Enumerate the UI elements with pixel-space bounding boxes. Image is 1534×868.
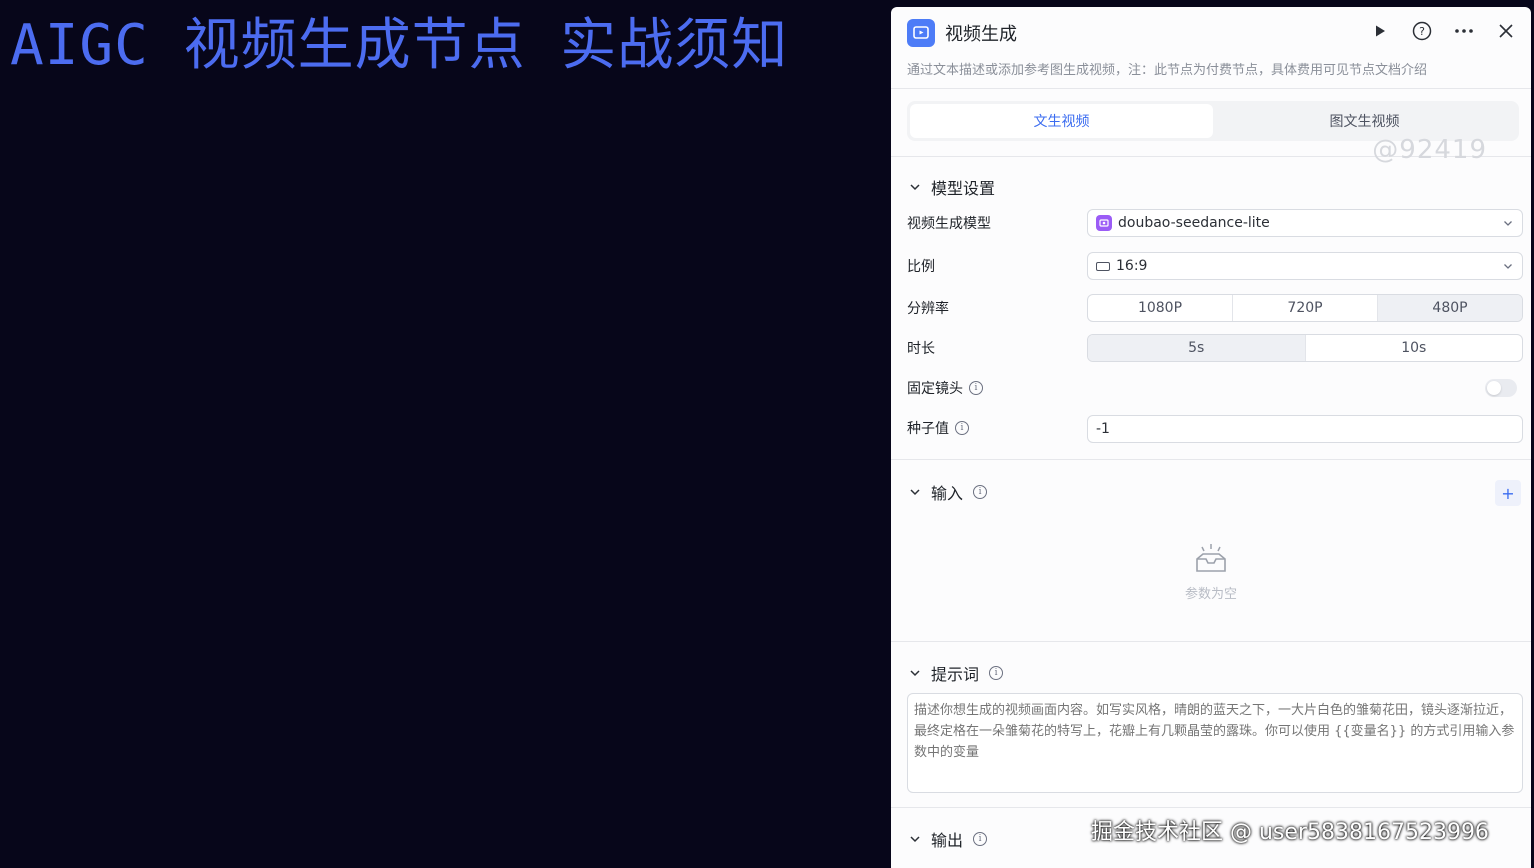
seed-value: -1 <box>1096 421 1110 437</box>
duration-label: 时长 <box>907 341 935 357</box>
tab-image-text-to-video[interactable]: 图文生视频 <box>1213 104 1516 138</box>
fixed-lens-label: 固定镜头 <box>907 381 963 397</box>
fixed-lens-row: 固定镜头 i <box>907 373 1523 403</box>
panel-header: 视频生成 ? 通过文本描述或添加参考图生成视频，注：此节点为付费节点，具体费用可… <box>891 7 1531 89</box>
play-icon[interactable] <box>1369 19 1391 43</box>
toggle-knob <box>1487 381 1501 395</box>
info-icon[interactable]: i <box>973 485 988 499</box>
empty-text: 参数为空 <box>1184 587 1237 602</box>
output-section-title: 输出 <box>931 831 964 850</box>
resolution-option-480p[interactable]: 480P <box>1378 295 1522 321</box>
chevron-down-icon <box>1504 221 1512 226</box>
resolution-option-1080p[interactable]: 1080P <box>1088 295 1233 321</box>
close-icon[interactable] <box>1495 19 1517 43</box>
model-row: 视频生成模型 doubao-seedance-lite <box>907 208 1523 238</box>
ratio-label: 比例 <box>907 259 935 275</box>
node-title: 视频生成 <box>945 24 1017 45</box>
input-section-header[interactable]: 输入 i <box>909 480 988 504</box>
seed-label-wrap: 种子值 i <box>907 418 969 438</box>
duration-option-10s[interactable]: 10s <box>1306 335 1523 361</box>
add-input-button[interactable]: + <box>1495 480 1521 506</box>
video-headline: AIGC 视频生成节点 实战须知 <box>10 13 789 78</box>
chevron-down-icon <box>910 184 920 191</box>
more-icon[interactable] <box>1453 19 1475 43</box>
help-icon[interactable]: ? <box>1411 19 1433 43</box>
prompt-section-header[interactable]: 提示词 i <box>909 661 1004 685</box>
user-id-watermark: @92419 <box>1372 135 1487 165</box>
input-empty-state: 参数为空 <box>891 543 1531 602</box>
info-icon[interactable]: i <box>955 421 969 435</box>
fixed-lens-toggle[interactable] <box>1485 379 1517 397</box>
resolution-label: 分辨率 <box>907 301 949 317</box>
ratio-value: 16:9 <box>1116 258 1148 274</box>
seed-row: 种子值 i -1 <box>907 413 1523 443</box>
input-section-title: 输入 <box>931 484 964 503</box>
seed-input[interactable]: -1 <box>1087 415 1523 443</box>
node-description: 通过文本描述或添加参考图生成视频，注：此节点为付费节点，具体费用可见节点文档介绍 <box>907 63 1428 78</box>
output-section-header[interactable]: 输出 i <box>909 827 988 851</box>
prompt-section-title: 提示词 <box>931 665 980 684</box>
model-select[interactable]: doubao-seedance-lite <box>1087 209 1523 237</box>
duration-row: 时长 5s 10s <box>907 333 1523 363</box>
svg-text:?: ? <box>1419 25 1425 38</box>
ratio-select[interactable]: 16:9 <box>1087 252 1523 280</box>
chevron-down-icon <box>910 670 920 677</box>
duration-segmented: 5s 10s <box>1087 334 1523 362</box>
model-value: doubao-seedance-lite <box>1118 215 1270 231</box>
tab-text-to-video[interactable]: 文生视频 <box>910 104 1213 138</box>
info-icon[interactable]: i <box>969 381 983 395</box>
model-settings-header[interactable]: 模型设置 <box>909 175 995 199</box>
info-icon[interactable]: i <box>973 832 988 846</box>
model-icon <box>1096 215 1112 231</box>
mode-tabs-area: 文生视频 图文生视频 @92419 <box>891 89 1531 165</box>
video-node-icon <box>907 19 935 47</box>
model-label: 视频生成模型 <box>907 216 991 232</box>
seed-label: 种子值 <box>907 421 949 437</box>
section-divider <box>891 641 1531 642</box>
prompt-textarea[interactable] <box>907 693 1523 793</box>
section-divider <box>891 807 1531 808</box>
empty-box-icon <box>1196 544 1226 572</box>
duration-option-5s[interactable]: 5s <box>1088 335 1306 361</box>
footer-watermark: 掘金技术社区 @ user5838167523996 <box>1091 820 1489 845</box>
resolution-row: 分辨率 1080P 720P 480P <box>907 293 1523 323</box>
aspect-ratio-icon <box>1096 261 1110 271</box>
chevron-down-icon <box>910 489 920 496</box>
section-divider <box>891 459 1531 460</box>
chevron-down-icon <box>910 836 920 843</box>
model-settings-title: 模型设置 <box>931 179 996 198</box>
info-icon[interactable]: i <box>989 666 1004 680</box>
ratio-row: 比例 16:9 <box>907 251 1523 281</box>
chevron-down-icon <box>1504 264 1512 269</box>
resolution-option-720p[interactable]: 720P <box>1233 295 1378 321</box>
resolution-segmented: 1080P 720P 480P <box>1087 294 1523 322</box>
fixed-lens-label-wrap: 固定镜头 i <box>907 378 983 398</box>
video-generation-node-panel: 视频生成 ? 通过文本描述或添加参考图生成视频，注：此节点为付费节点，具体费用可… <box>891 7 1531 868</box>
